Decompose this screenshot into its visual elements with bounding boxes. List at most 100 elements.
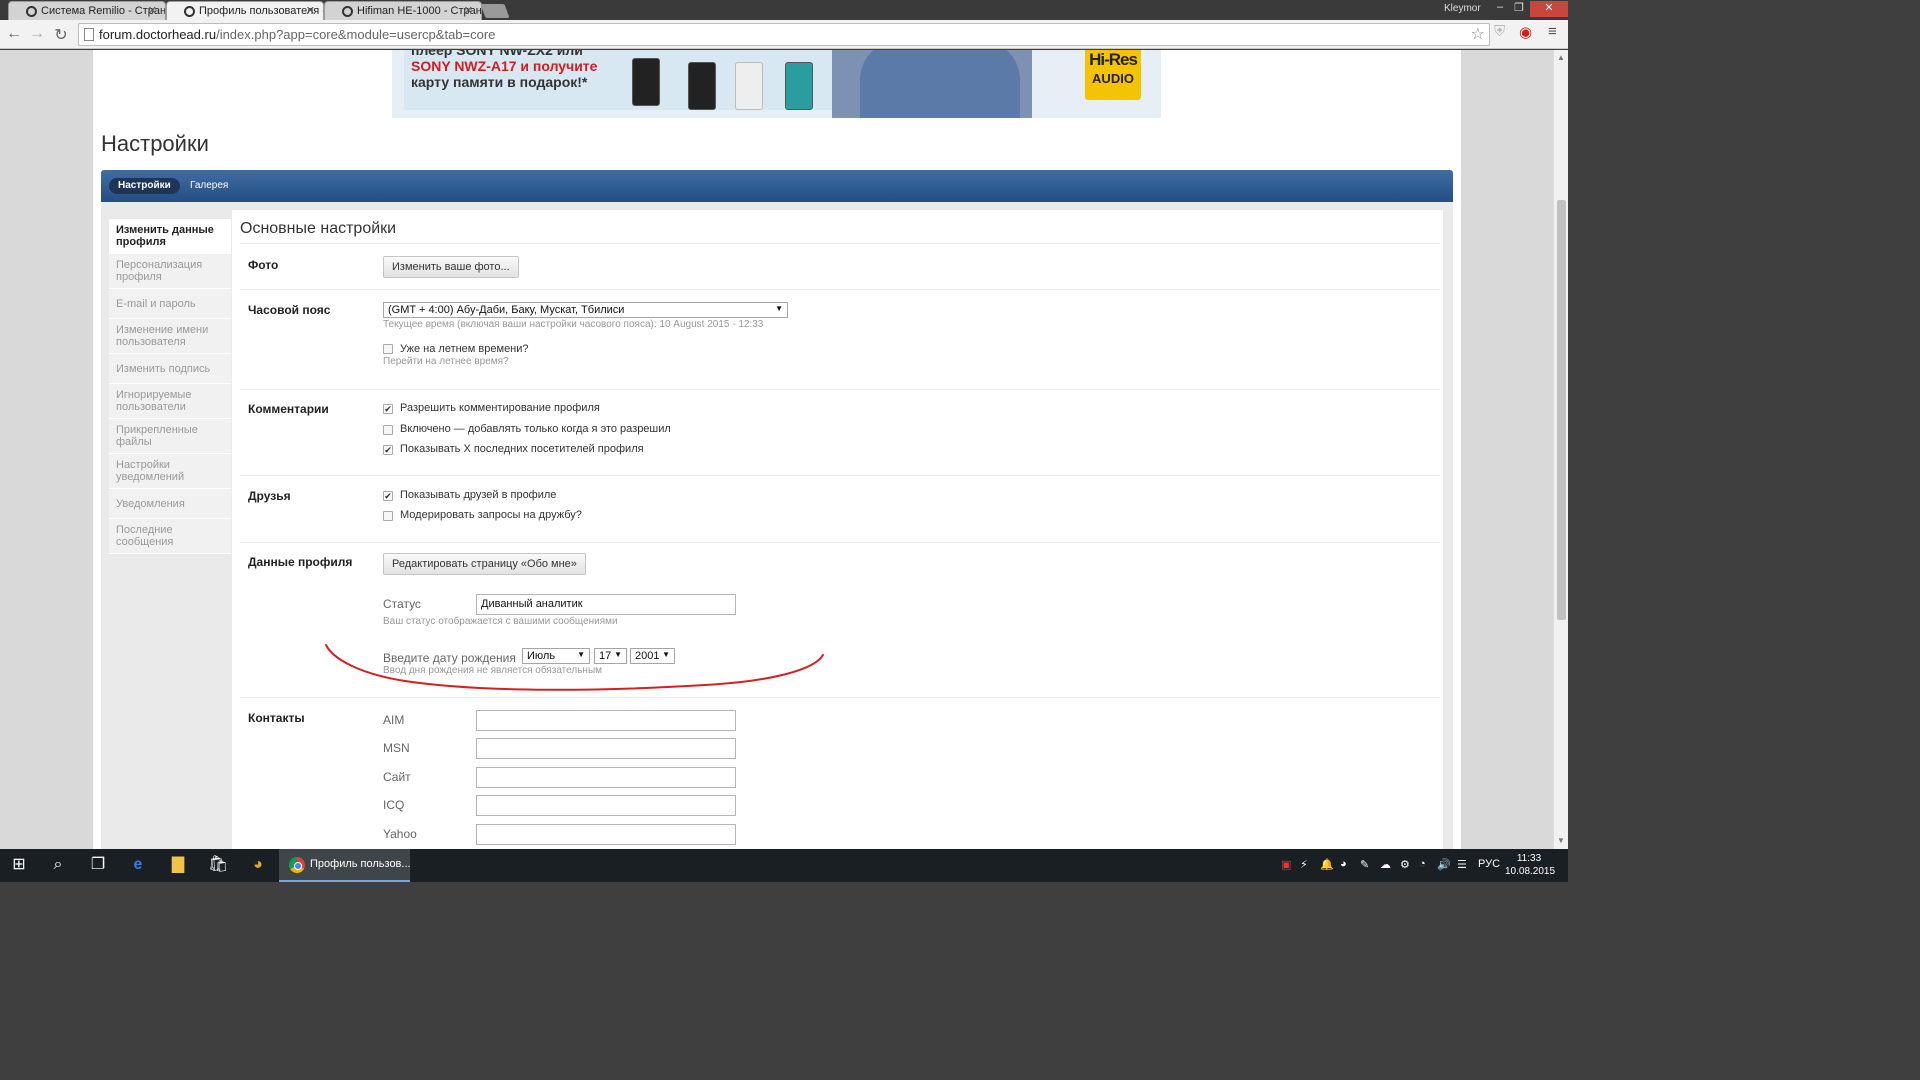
photo-label: Фото [248, 258, 279, 272]
opera-extension-icon[interactable]: ◉ [1519, 23, 1532, 41]
contact-yahoo-input[interactable] [476, 824, 736, 845]
timezone-select[interactable]: (GMT + 4:00) Абу-Даби, Баку, Мускат, Тби… [383, 302, 788, 318]
url-path: /index.php?app=core&module=usercp&tab=co… [216, 27, 496, 42]
show-visitors-checkbox[interactable]: ✔ [383, 445, 393, 455]
sidebar-item-notifications[interactable]: Уведомления [109, 489, 231, 519]
reload-icon[interactable]: ↻ [51, 25, 71, 45]
tray-utility-icon[interactable]: ✎ [1360, 858, 1369, 871]
sidebar-item-personalization[interactable]: Персонализация профиля [109, 254, 231, 289]
divider [240, 697, 1440, 698]
tray-device-icon[interactable]: ⚙ [1400, 858, 1410, 871]
timezone-label: Часовой пояс [248, 303, 331, 317]
file-explorer-icon[interactable]: ▇ [168, 855, 188, 875]
show-friends-checkbox[interactable]: ✔ [383, 491, 393, 501]
contact-website-label: Сайт [383, 770, 411, 784]
scroll-up-icon[interactable]: ▲ [1557, 53, 1565, 62]
profile-data-label: Данные профиля [248, 555, 353, 569]
browser-tab-3[interactable]: Hifiman HE-1000 - Стран ✕ [324, 1, 482, 20]
tray-network-icon[interactable]: ⚡ [1300, 858, 1308, 871]
status-input[interactable]: Диванный аналитик [476, 594, 736, 615]
search-icon[interactable]: ⌕ [48, 855, 68, 875]
bookmark-star-icon[interactable]: ☆ [1471, 24, 1485, 44]
volume-icon[interactable]: 🔊 [1437, 858, 1451, 871]
task-view-icon[interactable]: ❐ [88, 855, 108, 875]
sidebar-item-attachments[interactable]: Прикрепленные файлы [109, 419, 231, 454]
page-icon [84, 28, 94, 41]
banner-line-2: SONY NWZ-A17 и получите [411, 58, 598, 74]
taskbar-clock[interactable]: 11:33 10.08.2015 [1505, 852, 1555, 878]
sidebar-item-notification-settings[interactable]: Настройки уведомлений [109, 454, 231, 489]
show-visitors-label: Показывать X последних посетителей профи… [400, 443, 644, 455]
tray-cloud-icon[interactable]: ☁ [1380, 858, 1391, 871]
dropdown-arrow-icon: ▼ [775, 304, 783, 313]
wifi-icon[interactable]: ◔ [1419, 858, 1426, 870]
edge-browser-icon[interactable]: e [128, 855, 148, 875]
settings-sidebar: Изменить данные профиля Персонализация п… [109, 219, 231, 554]
browser-toolbar: ← → ↻ forum.doctorhead.ru/index.php?app=… [0, 20, 1568, 49]
back-icon[interactable]: ← [4, 25, 24, 43]
page-scrollbar[interactable]: ▲ ▼ [1553, 50, 1568, 849]
close-tab-icon[interactable]: ✕ [148, 4, 157, 17]
settings-panel: Изменить данные профиля Персонализация п… [101, 202, 1453, 849]
tab-gallery[interactable]: Галерея [181, 178, 237, 194]
approve-comments-label: Включено — добавлять только когда я это … [400, 423, 671, 435]
contact-website-input[interactable] [476, 767, 736, 788]
chrome-icon [289, 857, 305, 873]
tray-app-icon[interactable]: ▣ [1281, 858, 1291, 871]
approve-comments-checkbox[interactable] [383, 425, 393, 435]
minimize-icon[interactable]: – [1490, 1, 1510, 13]
change-photo-button[interactable]: Изменить ваше фото... [383, 256, 519, 278]
address-bar[interactable]: forum.doctorhead.ru/index.php?app=core&m… [78, 23, 1490, 46]
tray-notification-icon[interactable]: 🔔 [1320, 858, 1334, 871]
ad-banner[interactable]: плеер SONY NW-ZX2 или SONY NWZ-A17 и пол… [392, 50, 1161, 118]
browser-tab-2[interactable]: Профиль пользователя - ✕ [166, 1, 324, 20]
scroll-down-icon[interactable]: ▼ [1557, 836, 1565, 845]
contact-aim-label: AIM [383, 713, 405, 727]
close-tab-icon[interactable]: ✕ [464, 4, 473, 17]
moderate-friends-checkbox[interactable] [383, 511, 393, 521]
contact-msn-input[interactable] [476, 738, 736, 759]
close-window-icon[interactable]: ✕ [1530, 1, 1568, 17]
sidebar-item-email-password[interactable]: E-mail и пароль [109, 289, 231, 319]
status-label: Статус [383, 597, 421, 611]
contact-icq-label: ICQ [383, 798, 405, 812]
tray-chrome-icon[interactable]: ◕ [1340, 858, 1347, 870]
edit-about-me-button[interactable]: Редактировать страницу «Обо мне» [383, 553, 586, 575]
windows-start-icon[interactable]: ⊞ [9, 855, 29, 875]
headphones-icon [184, 6, 195, 17]
sidebar-item-recent-posts[interactable]: Последние сообщения [109, 519, 231, 554]
player-image [632, 58, 660, 106]
language-indicator[interactable]: РУС [1478, 858, 1500, 870]
browser-tab-bar: Система Remilio - Стран ✕ Профиль пользо… [0, 0, 1568, 20]
sidebar-item-edit-profile[interactable]: Изменить данные профиля [109, 219, 231, 254]
forward-icon[interactable]: → [27, 25, 47, 43]
shield-icon[interactable]: ⛨ [1494, 23, 1505, 40]
scrollbar-thumb[interactable] [1557, 200, 1566, 620]
browser-user[interactable]: Kleymor [1444, 3, 1481, 14]
player-image [735, 62, 763, 110]
taskbar-active-window[interactable]: Профиль пользов... [279, 849, 411, 882]
chrome-icon[interactable]: ◕ [248, 855, 268, 875]
store-icon[interactable]: 🛍 [208, 855, 228, 875]
new-tab-button[interactable] [480, 4, 510, 18]
dst-checkbox[interactable] [383, 344, 393, 354]
contact-icq-input[interactable] [476, 795, 736, 816]
divider [240, 389, 1440, 390]
contact-aim-input[interactable] [476, 710, 736, 731]
clock-time: 11:33 [1516, 853, 1542, 864]
restore-icon[interactable]: ❐ [1509, 1, 1529, 14]
tab-settings[interactable]: Настройки [109, 178, 180, 194]
settings-tab-strip: Настройки Галерея [101, 170, 1453, 202]
action-center-icon[interactable]: ☰ [1457, 858, 1467, 871]
banner-text: плеер SONY NW-ZX2 или SONY NWZ-A17 и пол… [411, 50, 597, 90]
menu-icon[interactable]: ≡ [1548, 23, 1557, 40]
browser-tab-1[interactable]: Система Remilio - Стран ✕ [8, 1, 166, 20]
sidebar-item-change-username[interactable]: Изменение имени пользователя [109, 319, 231, 354]
url-text: forum.doctorhead.ru/index.php?app=core&m… [99, 27, 495, 42]
contacts-label: Контакты [248, 711, 305, 725]
sidebar-item-signature[interactable]: Изменить подпись [109, 354, 231, 384]
sidebar-item-ignored-users[interactable]: Игнорируемые пользователи [109, 384, 231, 419]
close-tab-icon[interactable]: ✕ [306, 4, 315, 17]
allow-comments-checkbox[interactable]: ✔ [383, 404, 393, 414]
allow-comments-label: Разрешить комментирование профиля [400, 402, 600, 414]
